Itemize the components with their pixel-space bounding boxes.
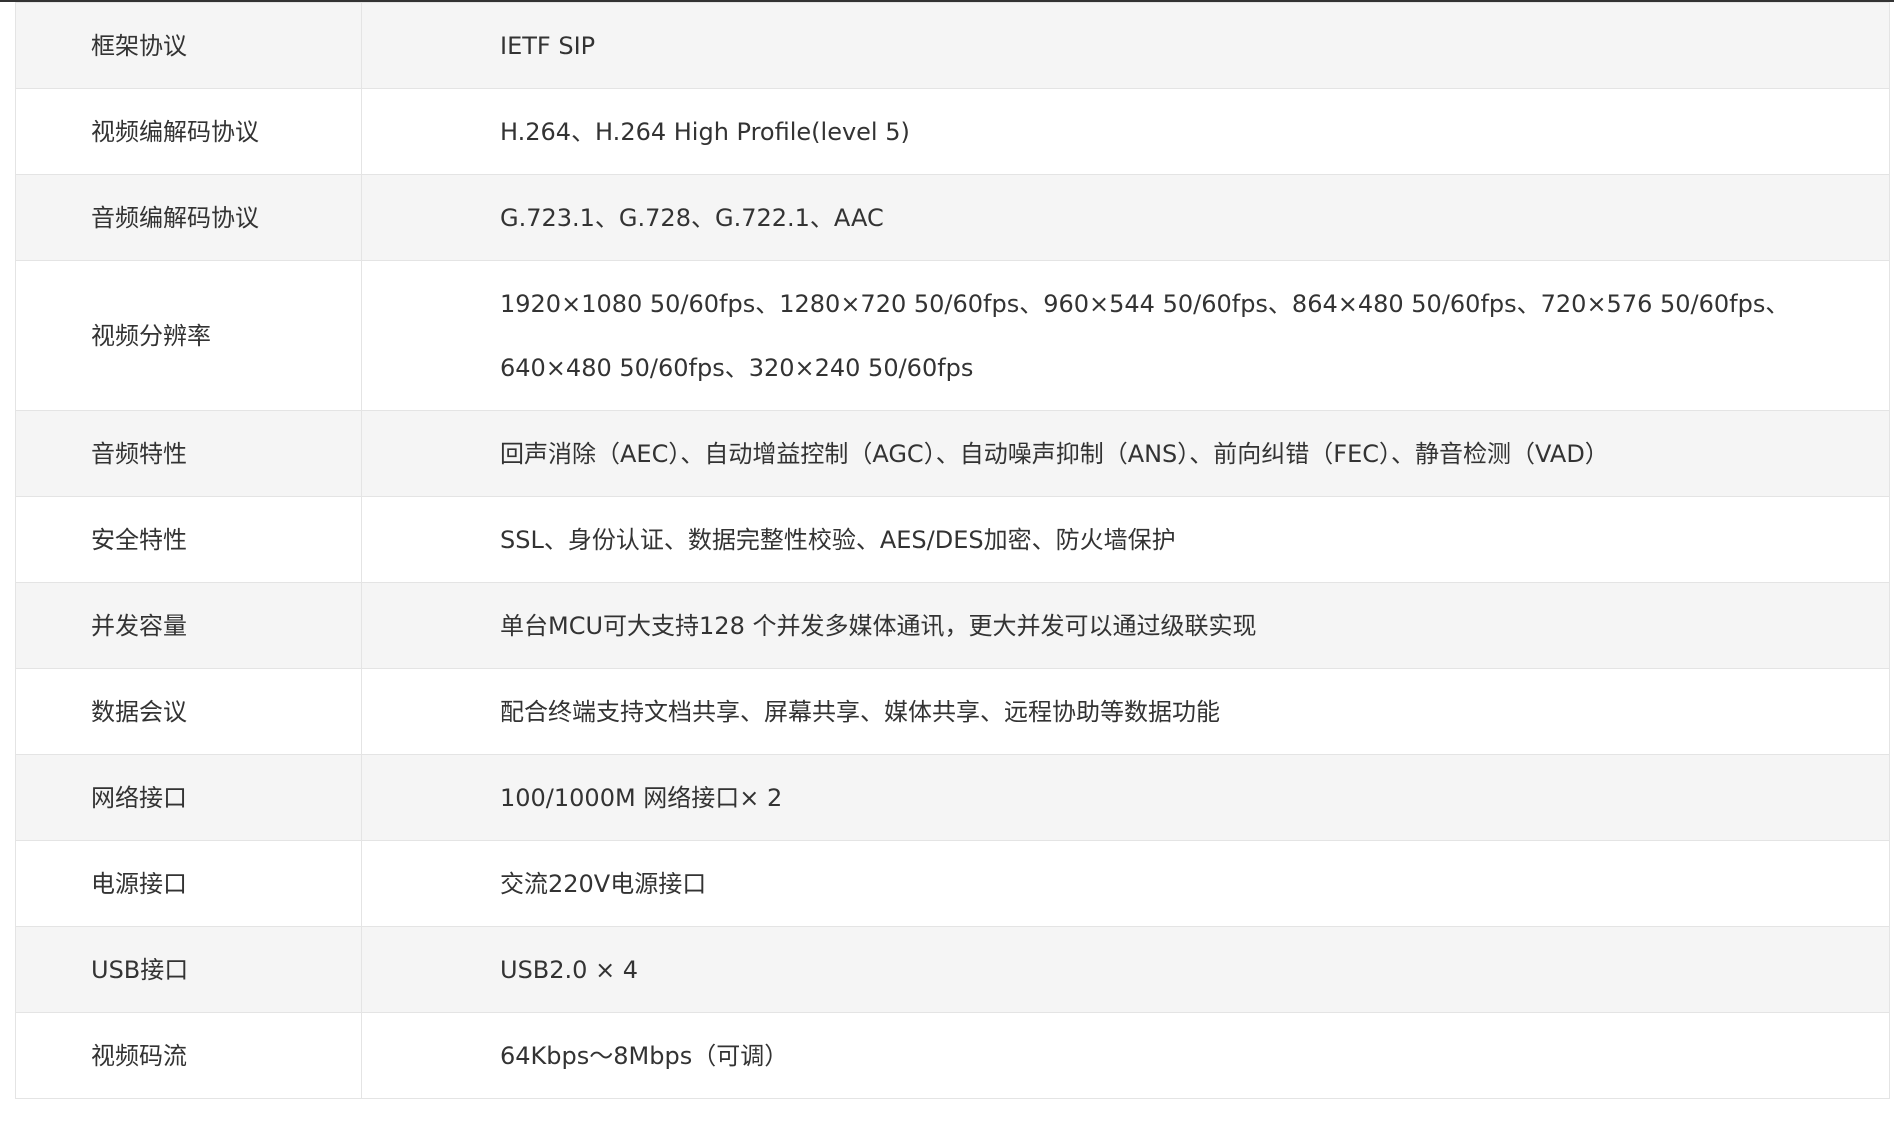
row-value: 100/1000M 网络接口× 2 [361,754,1890,841]
row-value: 1920×1080 50/60fps、1280×720 50/60fps、960… [361,260,1890,411]
table-row: 并发容量 单台MCU可大支持128 个并发多媒体通讯，更大并发可以通过级联实现 [15,582,1890,669]
row-label: 视频编解码协议 [15,88,362,175]
row-value: 配合终端支持文档共享、屏幕共享、媒体共享、远程协助等数据功能 [361,668,1890,755]
row-label: 音频编解码协议 [15,174,362,261]
row-label: 数据会议 [15,668,362,755]
row-label: 视频码流 [15,1012,362,1099]
row-value: G.723.1、G.728、G.722.1、AAC [361,174,1890,261]
table-row: USB接口 USB2.0 × 4 [15,926,1890,1013]
table-row: 视频码流 64Kbps～8Mbps（可调） [15,1012,1890,1099]
row-value: 回声消除（AEC）、自动增益控制（AGC）、自动噪声抑制（ANS）、前向纠错（F… [361,410,1890,497]
row-label: 网络接口 [15,754,362,841]
row-label: 框架协议 [15,2,362,89]
row-label: 并发容量 [15,582,362,669]
row-value: 交流220V电源接口 [361,840,1890,927]
row-label: USB接口 [15,926,362,1013]
row-label: 安全特性 [15,496,362,583]
table-row: 音频编解码协议 G.723.1、G.728、G.722.1、AAC [15,174,1890,261]
table-row: 框架协议 IETF SIP [15,2,1890,89]
table-row: 数据会议 配合终端支持文档共享、屏幕共享、媒体共享、远程协助等数据功能 [15,668,1890,755]
spec-page: 框架协议 IETF SIP 视频编解码协议 H.264、H.264 High P… [0,0,1894,1131]
row-value: USB2.0 × 4 [361,926,1890,1013]
table-row: 视频编解码协议 H.264、H.264 High Profile(level 5… [15,88,1890,175]
row-value: 单台MCU可大支持128 个并发多媒体通讯，更大并发可以通过级联实现 [361,582,1890,669]
row-value: H.264、H.264 High Profile(level 5) [361,88,1890,175]
table-row: 电源接口 交流220V电源接口 [15,840,1890,927]
spec-table: 框架协议 IETF SIP 视频编解码协议 H.264、H.264 High P… [15,2,1890,1099]
row-value: SSL、身份认证、数据完整性校验、AES/DES加密、防火墙保护 [361,496,1890,583]
table-row: 安全特性 SSL、身份认证、数据完整性校验、AES/DES加密、防火墙保护 [15,496,1890,583]
row-value: IETF SIP [361,2,1890,89]
table-row: 视频分辨率 1920×1080 50/60fps、1280×720 50/60f… [15,260,1890,411]
row-label: 电源接口 [15,840,362,927]
row-label: 视频分辨率 [15,260,362,411]
table-row: 音频特性 回声消除（AEC）、自动增益控制（AGC）、自动噪声抑制（ANS）、前… [15,410,1890,497]
row-value: 64Kbps～8Mbps（可调） [361,1012,1890,1099]
row-label: 音频特性 [15,410,362,497]
table-row: 网络接口 100/1000M 网络接口× 2 [15,754,1890,841]
